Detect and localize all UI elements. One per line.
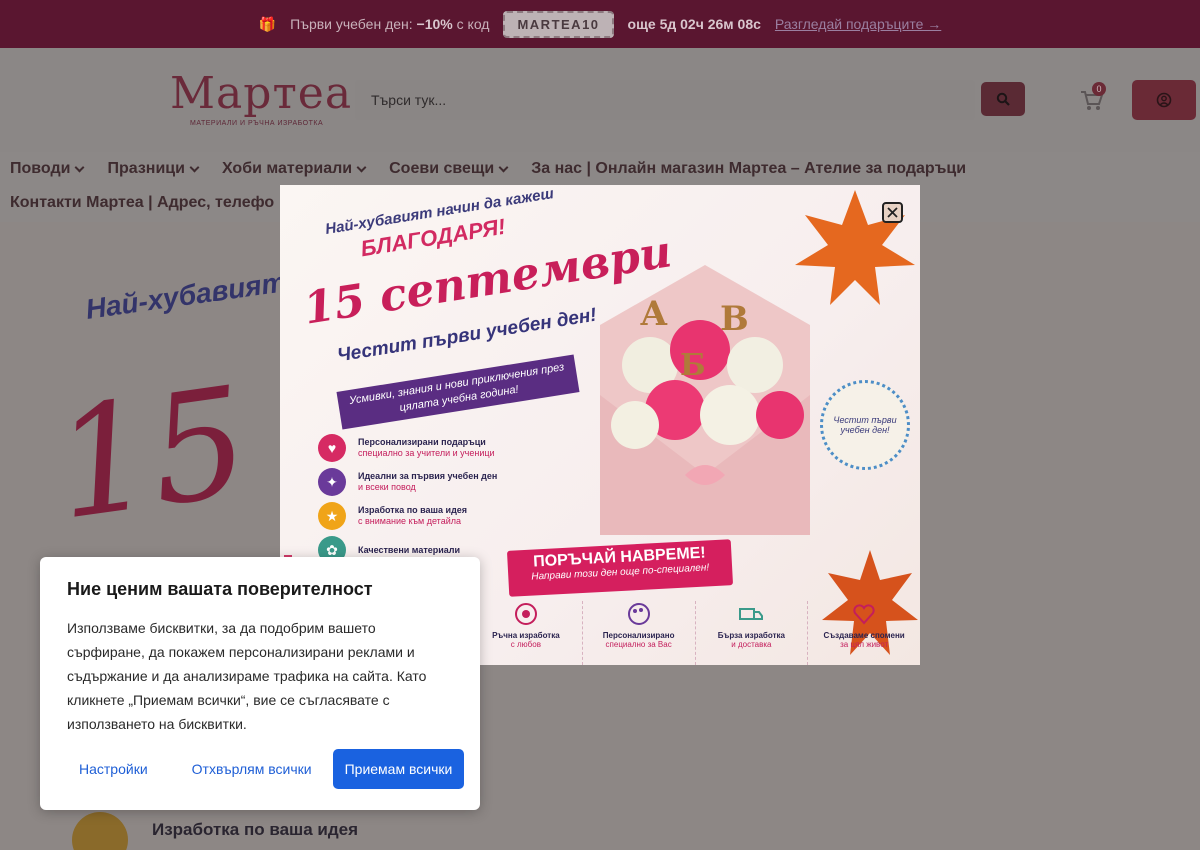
nav-item-contacts[interactable]: Контакти Мартеа | Адрес, телефо (10, 194, 274, 212)
nav-item-holidays[interactable]: Празници (107, 160, 200, 178)
search-icon (996, 92, 1010, 106)
svg-text:А: А (640, 294, 668, 334)
greeting-badge: Честит първи учебен ден! (820, 380, 910, 470)
list-item: Ръчна изработка с любов (470, 601, 582, 665)
search-input[interactable]: Търси тук... (355, 80, 975, 120)
cart-count-badge: 0 (1092, 82, 1106, 96)
list-item: Бърза изработка и доставка (694, 601, 808, 665)
reject-all-button[interactable]: Отхвърлям всички (180, 749, 324, 789)
heart-icon (853, 604, 875, 625)
account-button[interactable] (1132, 80, 1196, 120)
list-item: Създаваме спомени за цял живот (807, 601, 920, 665)
cookie-consent-dialog: Ние ценим вашата поверителност Използвам… (40, 557, 480, 810)
search-placeholder: Търси тук... (371, 92, 447, 108)
promo-code[interactable]: MARTEA10 (503, 10, 614, 38)
browse-gifts-link[interactable]: Разгледай подаръците → (775, 16, 941, 32)
popup-close-button[interactable] (882, 202, 903, 223)
nav-row: Контакти Мартеа | Адрес, телефо (10, 194, 274, 212)
nav-item-about[interactable]: За нас | Онлайн магазин Мартеа – Ателие … (531, 160, 966, 178)
star-icon: ★ (318, 502, 346, 530)
nav-item-soy-candles[interactable]: Соеви свещи (389, 160, 509, 178)
nav-row: Поводи Празници Хоби материали Соеви све… (10, 160, 966, 178)
star-icon (72, 812, 128, 850)
chevron-down-icon (189, 162, 200, 172)
close-icon (887, 207, 898, 218)
cookie-text: Използваме бисквитки, за да подобрим ваш… (67, 620, 427, 732)
promo-text: Първи учебен ден: −10% с код (290, 16, 490, 32)
handmade-icon (514, 603, 537, 625)
search-button[interactable] (981, 82, 1025, 116)
cookie-settings-button[interactable]: Настройки (67, 749, 160, 789)
popup-ribbon: Усмивки, знания и нови приключения през … (336, 354, 580, 430)
chevron-down-icon (356, 162, 367, 172)
cookie-actions: Настройки Отхвърлям всички Приемам всичк… (67, 749, 465, 789)
site-header: Мартеа МАТЕРИАЛИ И РЪЧНА ИЗРАБОТКА Търси… (0, 48, 1200, 152)
gift-icon: ✦ (318, 468, 346, 496)
chevron-down-icon (75, 162, 85, 172)
order-ribbon: ПОРЪЧАЙ НАВРЕМЕ! Направи този ден още по… (506, 539, 734, 597)
accept-all-button[interactable]: Приемам всички (332, 749, 465, 789)
hero-tagline: Най-хубавият (83, 266, 289, 325)
list-item: Персонализирано специално за Вас (581, 601, 695, 665)
heart-icon: ♥ (318, 434, 346, 462)
nav-item-hobby-materials[interactable]: Хоби материали (222, 160, 367, 178)
feature-list: ♥ Персонализирани подаръци специално за у… (318, 431, 497, 567)
benefits-row: Ръчна изработка с любов Персонализирано сп… (470, 601, 920, 665)
nav-item-occasions[interactable]: Поводи (10, 160, 85, 178)
logo-wordmark: Мартеа (170, 68, 353, 119)
bouquet-illustration: А В Б (600, 265, 810, 535)
palette-icon (627, 603, 650, 625)
hero-feature-text: Изработка по ваша идея (152, 820, 359, 839)
list-item: ★ Изработка по ваша идея с внимание към д… (318, 499, 497, 533)
truck-icon (739, 608, 764, 620)
promo-bar: 🎁 Първи учебен ден: −10% с код MARTEA10 … (0, 0, 1200, 48)
chevron-down-icon (498, 162, 509, 172)
svg-text:В: В (720, 299, 749, 339)
countdown-timer: още 5д 02ч 26м 08с (627, 16, 761, 32)
gift-icon: 🎁 (258, 15, 277, 32)
list-item: ✦ Идеални за първия учебен ден и всеки по… (318, 465, 497, 499)
logo[interactable]: Мартеа МАТЕРИАЛИ И РЪЧНА ИЗРАБОТКА (170, 68, 351, 132)
logo-tagline: МАТЕРИАЛИ И РЪЧНА ИЗРАБОТКА (190, 120, 324, 127)
svg-text:Б: Б (680, 348, 706, 383)
list-item: ♥ Персонализирани подаръци специално за у… (318, 431, 497, 465)
promo-discount: −10% (416, 16, 453, 32)
user-icon (1156, 92, 1172, 108)
cookie-title: Ние ценим вашата поверителност (67, 579, 373, 599)
